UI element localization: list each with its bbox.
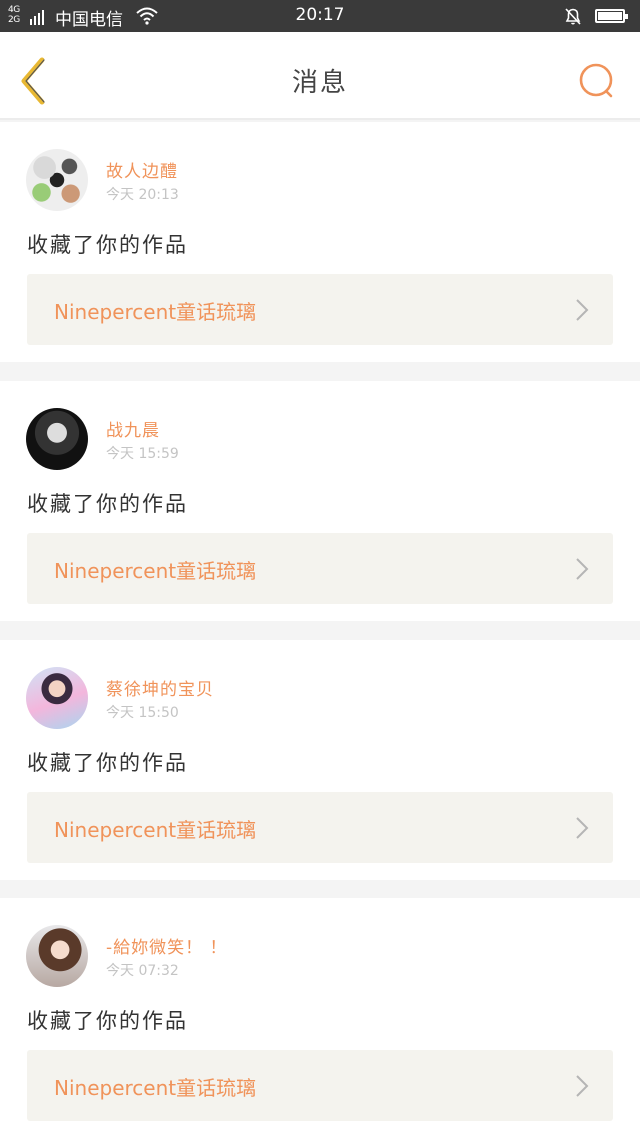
- chevron-right-icon: [576, 817, 589, 839]
- avatar[interactable]: [26, 925, 88, 987]
- avatar[interactable]: [26, 149, 88, 211]
- message-item: -給妳微笑！ ！ 今天 07:32 收藏了你的作品 Ninepercent童话琉…: [0, 898, 640, 1138]
- action-text: 收藏了你的作品: [27, 233, 188, 257]
- clock: 20:17: [295, 5, 345, 25]
- bell-muted-icon: [565, 8, 581, 25]
- timestamp: 今天 15:59: [106, 446, 179, 462]
- work-title: Ninepercent童话琉璃: [54, 1076, 257, 1100]
- avatar[interactable]: [26, 408, 88, 470]
- battery-icon: [595, 9, 628, 23]
- user-name[interactable]: 战九晨: [106, 416, 160, 441]
- chevron-right-icon: [576, 1075, 589, 1097]
- chevron-right-icon: [576, 299, 589, 321]
- work-title: Ninepercent童话琉璃: [54, 300, 257, 324]
- timestamp: 今天 07:32: [106, 963, 179, 979]
- action-text: 收藏了你的作品: [27, 751, 188, 775]
- nav-bar: 消息: [0, 32, 640, 120]
- work-link[interactable]: Ninepercent童话琉璃: [27, 792, 613, 863]
- search-button[interactable]: [576, 60, 616, 100]
- message-item: 战九晨 今天 15:59 收藏了你的作品 Ninepercent童话琉璃: [0, 381, 640, 621]
- action-text: 收藏了你的作品: [27, 492, 188, 516]
- timestamp: 今天 15:50: [106, 705, 179, 721]
- user-name[interactable]: 蔡徐坤的宝贝: [106, 675, 214, 700]
- avatar[interactable]: [26, 667, 88, 729]
- timestamp: 今天 20:13: [106, 187, 179, 203]
- message-item: 蔡徐坤的宝贝 今天 15:50 收藏了你的作品 Ninepercent童话琉璃: [0, 640, 640, 880]
- work-link[interactable]: Ninepercent童话琉璃: [27, 1050, 613, 1121]
- message-item: 故人边醴 今天 20:13 收藏了你的作品 Ninepercent童话琉璃: [0, 122, 640, 362]
- user-name[interactable]: -給妳微笑！ ！: [106, 933, 228, 958]
- work-title: Ninepercent童话琉璃: [54, 559, 257, 583]
- work-title: Ninepercent童话琉璃: [54, 818, 257, 842]
- user-name[interactable]: 故人边醴: [106, 157, 178, 182]
- page-title: 消息: [291, 68, 348, 98]
- action-text: 收藏了你的作品: [27, 1009, 188, 1033]
- chevron-right-icon: [576, 558, 589, 580]
- work-link[interactable]: Ninepercent童话琉璃: [27, 274, 613, 345]
- status-bar: 4G 2G 中国电信 20:17: [0, 0, 640, 32]
- work-link[interactable]: Ninepercent童话琉璃: [27, 533, 613, 604]
